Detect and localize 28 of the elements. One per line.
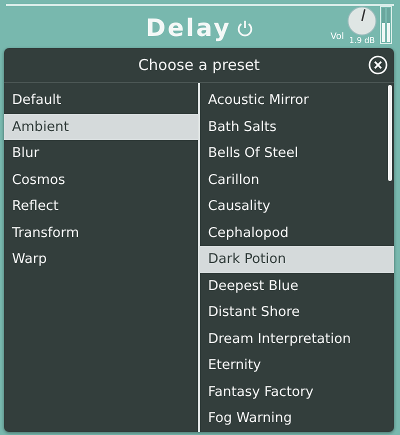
volume-reading: 1.9 dB [349,36,375,45]
preset-list-item[interactable]: Reflect [4,193,198,220]
preset-list-item[interactable]: Eternity [200,352,394,378]
preset-list-item[interactable]: Acoustic Mirror [200,87,394,114]
preset-list-item[interactable]: Transform [4,220,198,246]
scrollbar[interactable] [388,85,392,181]
preset-list-item[interactable]: Warp [4,246,198,272]
preset-list-item[interactable]: Bath Salts [200,114,394,140]
preset-list-item[interactable]: Fantasy Factory [200,378,394,405]
dialog-title: Choose a preset [138,56,260,74]
volume-label: Vol [330,32,344,42]
power-icon[interactable] [236,19,254,37]
plugin-title: Delay [146,14,232,42]
volume-knob[interactable] [347,6,377,36]
preset-list-item[interactable]: Bells Of Steel [200,140,394,166]
preset-list-item[interactable]: Dark Potion [200,246,394,272]
preset-list-item[interactable]: Deepest Blue [200,272,394,299]
preset-list-item[interactable]: Carillon [200,166,394,193]
preset-list-item[interactable]: Causality [200,193,394,220]
preset-list-item[interactable]: Blur [4,140,198,166]
preset-list-item[interactable]: Cephalopod [200,220,394,246]
preset-list-item[interactable]: Distant Shore [200,299,394,326]
close-icon[interactable] [368,55,388,75]
preset-list-item[interactable]: Ambient [4,114,198,140]
preset-list-item[interactable]: Cosmos [4,166,198,193]
preset-list-item[interactable]: Fog Warning [200,405,394,432]
preset-list-item[interactable]: Dream Interpretation [200,326,394,352]
preset-list-item[interactable]: Default [4,87,198,114]
